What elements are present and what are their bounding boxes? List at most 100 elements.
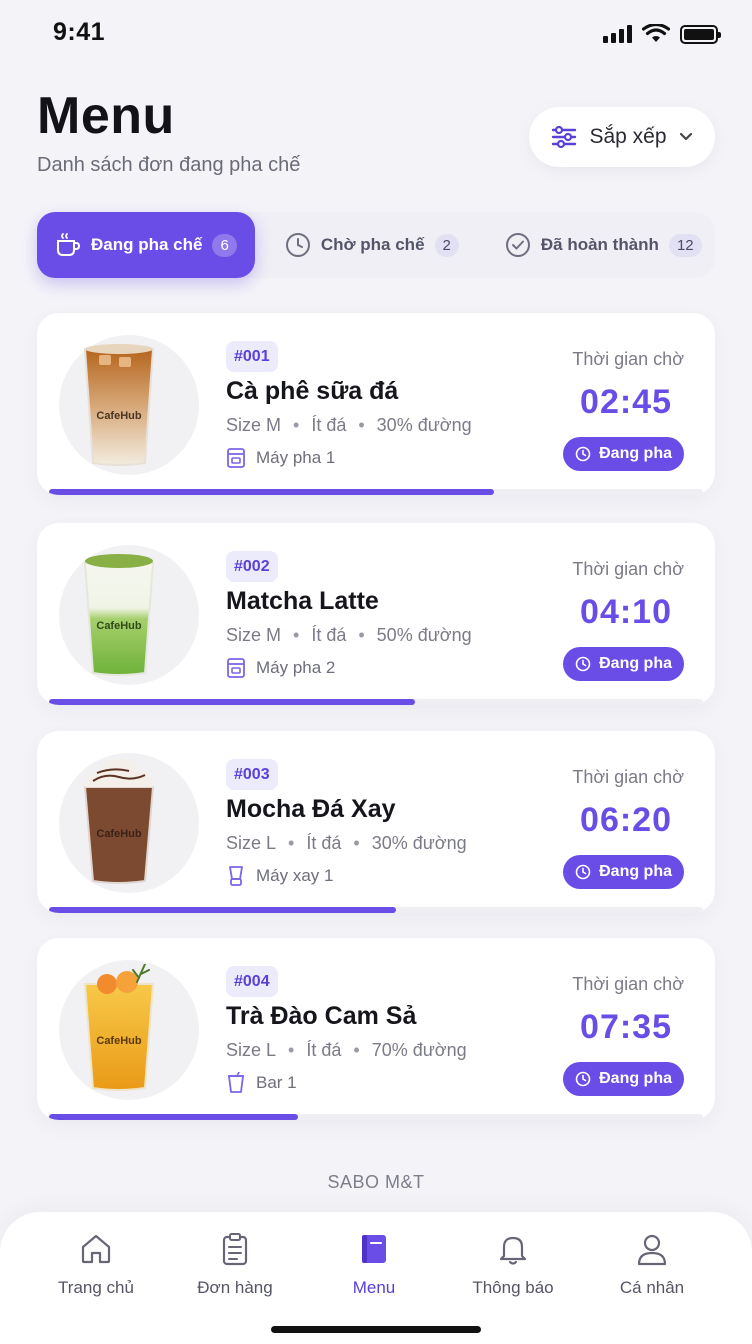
cup-brand: CafeHub bbox=[96, 410, 142, 422]
wait-time-label: Thời gian chờ bbox=[572, 559, 684, 579]
home-icon bbox=[81, 1234, 111, 1264]
size-spec: Size L bbox=[226, 833, 277, 853]
timer: 07:35 bbox=[580, 1008, 672, 1046]
status-badge[interactable]: Đang pha bbox=[563, 1062, 684, 1096]
book-icon bbox=[362, 1235, 386, 1263]
cup-brand: CafeHub bbox=[96, 620, 142, 632]
signal-icon bbox=[603, 25, 632, 43]
user-icon bbox=[637, 1234, 667, 1266]
progress-bar bbox=[49, 489, 703, 495]
drink-image: CafeHub bbox=[59, 335, 199, 475]
item-name: Matcha Latte bbox=[226, 587, 379, 615]
item-name: Cà phê sữa đá bbox=[226, 377, 399, 405]
timer: 04:10 bbox=[580, 593, 672, 631]
machine-info: Máy xay 1 bbox=[226, 865, 333, 887]
coffee-machine-icon bbox=[227, 658, 245, 678]
cup-icon bbox=[228, 1072, 244, 1093]
clock-icon bbox=[575, 446, 591, 462]
footer-brand: SABO M&T bbox=[327, 1172, 425, 1192]
ice-spec: Ít đá bbox=[306, 833, 342, 853]
status-label: Đang pha bbox=[599, 1070, 672, 1087]
sliders-icon bbox=[552, 125, 577, 149]
nav-label: Cá nhân bbox=[619, 1278, 685, 1297]
tab-label: Đã hoàn thành bbox=[540, 235, 659, 254]
page-subtitle: Danh sách đơn đang pha chế bbox=[37, 154, 301, 176]
clock-icon bbox=[285, 233, 310, 257]
check-circle-icon bbox=[505, 233, 530, 257]
machine-label: Máy pha 2 bbox=[256, 658, 336, 677]
progress-bar bbox=[49, 1114, 703, 1120]
order-id-badge: #001 bbox=[226, 341, 278, 372]
mocha-frappe-image: CafeHub bbox=[83, 759, 155, 884]
nav-item-orders[interactable]: Đơn hàng bbox=[175, 1232, 295, 1298]
progress-fill bbox=[49, 699, 416, 705]
status-label: Đang pha bbox=[599, 445, 672, 462]
drink-image: CafeHub bbox=[59, 545, 199, 685]
sugar-spec: 50% đường bbox=[376, 625, 472, 645]
status-badge[interactable]: Đang pha bbox=[563, 647, 684, 681]
chevron-down-icon bbox=[679, 132, 692, 141]
status-time: 9:41 bbox=[53, 18, 106, 46]
size-spec: Size M bbox=[226, 415, 282, 435]
sort-button[interactable]: Sắp xếp bbox=[529, 107, 715, 167]
tab-label: Đang pha chế bbox=[91, 235, 203, 254]
home-indicator bbox=[271, 1326, 481, 1333]
wifi-icon bbox=[642, 24, 670, 42]
ice-spec: Ít đá bbox=[311, 625, 347, 645]
clipboard-icon bbox=[222, 1233, 248, 1266]
blender-icon bbox=[229, 866, 243, 886]
order-id-badge: #004 bbox=[226, 966, 278, 997]
sugar-spec: 70% đường bbox=[371, 1040, 467, 1060]
item-specs: Size L • Ít đá • 30% đường bbox=[226, 833, 467, 853]
item-name: Mocha Đá Xay bbox=[226, 795, 396, 823]
tab-completed[interactable]: Đã hoàn thành 12 bbox=[491, 212, 716, 278]
wait-time-label: Thời gian chờ bbox=[572, 349, 684, 369]
iced-coffee-image: CafeHub bbox=[83, 344, 155, 466]
drink-image: CafeHub bbox=[59, 753, 199, 893]
cup-brand: CafeHub bbox=[96, 828, 142, 840]
status-badge[interactable]: Đang pha bbox=[563, 437, 684, 471]
order-card[interactable]: CafeHub #002 Matcha Latte Size M • Ít đá •… bbox=[37, 523, 715, 705]
clock-icon bbox=[575, 656, 591, 672]
status-badge[interactable]: Đang pha bbox=[563, 855, 684, 889]
cup-brand: CafeHub bbox=[96, 1035, 142, 1047]
status-label: Đang pha bbox=[599, 655, 672, 672]
order-id-badge: #002 bbox=[226, 551, 278, 582]
machine-info: Bar 1 bbox=[226, 1072, 297, 1094]
bottom-nav: Trang chủ Đơn hàng Menu Thông báo Cá nhâ… bbox=[0, 1212, 752, 1344]
tab-count: 2 bbox=[434, 233, 459, 257]
status-label: Đang pha bbox=[599, 863, 672, 880]
drink-image: CafeHub bbox=[59, 960, 199, 1100]
nav-item-menu[interactable]: Menu bbox=[314, 1232, 434, 1298]
tab-waiting[interactable]: Chờ pha chế 2 bbox=[271, 212, 473, 278]
progress-fill bbox=[49, 489, 494, 495]
item-specs: Size M • Ít đá • 50% đường bbox=[226, 625, 472, 645]
bell-icon bbox=[499, 1236, 527, 1265]
wait-time-label: Thời gian chờ bbox=[572, 767, 684, 787]
nav-item-notifications[interactable]: Thông báo bbox=[453, 1232, 573, 1298]
clock-icon bbox=[575, 1071, 591, 1087]
battery-icon bbox=[680, 24, 721, 44]
tab-count: 6 bbox=[212, 233, 237, 257]
timer: 06:20 bbox=[580, 801, 672, 839]
page-title: Menu bbox=[37, 87, 175, 145]
nav-item-home[interactable]: Trang chủ bbox=[36, 1232, 156, 1298]
nav-item-profile[interactable]: Cá nhân bbox=[592, 1232, 712, 1298]
ice-spec: Ít đá bbox=[306, 1040, 342, 1060]
order-card[interactable]: CafeHub #004 Trà Đào Cam Sả Size L • Ít đ… bbox=[37, 938, 715, 1120]
machine-label: Bar 1 bbox=[256, 1073, 297, 1092]
cup-icon bbox=[57, 233, 81, 256]
nav-label: Menu bbox=[352, 1278, 396, 1297]
clock-icon bbox=[575, 864, 591, 880]
order-card[interactable]: CafeHub #001 Cà phê sữa đá Size M • Ít đá… bbox=[37, 313, 715, 495]
order-card[interactable]: CafeHub #003 Mocha Đá Xay Size L • Ít đá •… bbox=[37, 731, 715, 913]
tab-label: Chờ pha chế bbox=[320, 235, 425, 254]
status-tabs: Đang pha chế 6 Chờ pha chế 2 Đã hoàn thà… bbox=[37, 212, 715, 278]
nav-label: Thông báo bbox=[472, 1278, 554, 1297]
progress-bar bbox=[49, 699, 703, 705]
nav-label: Trang chủ bbox=[58, 1278, 134, 1297]
tab-brewing[interactable]: Đang pha chế 6 bbox=[37, 212, 255, 278]
tab-count: 12 bbox=[668, 233, 702, 257]
sort-label: Sắp xếp bbox=[589, 125, 667, 148]
timer: 02:45 bbox=[580, 383, 672, 421]
